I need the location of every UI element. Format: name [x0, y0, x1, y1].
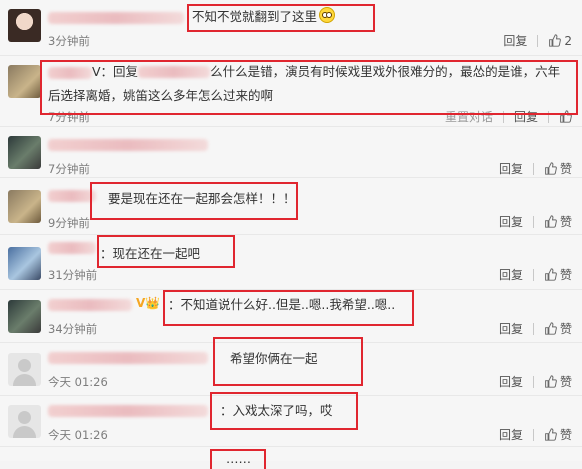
- default-avatar-icon[interactable]: [8, 405, 41, 438]
- avatar[interactable]: [8, 300, 41, 333]
- username-blurred: [48, 242, 96, 254]
- highlight-box: [210, 449, 266, 469]
- avatar[interactable]: [8, 65, 41, 98]
- comment-time: 今天 01:26: [48, 375, 108, 389]
- like-button[interactable]: 赞: [544, 320, 572, 337]
- thumb-up-icon: [549, 34, 562, 47]
- divider: [532, 375, 534, 388]
- divider: [532, 162, 534, 175]
- thumb-up-icon: [545, 375, 557, 388]
- divider: [532, 322, 534, 335]
- thumb-up-icon: [545, 428, 557, 441]
- comment-actions: 回复 2: [503, 32, 572, 49]
- reply-button[interactable]: 回复: [499, 426, 523, 443]
- vip-badge-icon: V👑: [136, 296, 161, 310]
- reply-button[interactable]: 回复: [499, 320, 523, 337]
- like-label: 赞: [559, 428, 572, 442]
- like-label: 赞: [559, 322, 572, 336]
- reply-button[interactable]: 回复: [499, 373, 523, 390]
- comment-actions: 回复 赞: [499, 160, 572, 177]
- highlight-box: [163, 290, 414, 326]
- highlight-box: [213, 337, 363, 386]
- thumb-up-icon: [545, 162, 557, 175]
- divider: [532, 215, 534, 228]
- highlight-box: [210, 392, 358, 430]
- comment-time: 34分钟前: [48, 322, 98, 336]
- username-blurred: [48, 299, 132, 311]
- divider: [532, 268, 534, 281]
- username-blurred: [48, 352, 208, 364]
- comment-actions: 回复 赞: [499, 266, 572, 283]
- like-button[interactable]: 赞: [544, 160, 572, 177]
- like-label: 赞: [559, 215, 572, 229]
- like-label: 赞: [559, 162, 572, 176]
- thumb-up-icon: [545, 322, 557, 335]
- like-count: 2: [564, 33, 572, 48]
- comment-time: 9分钟前: [48, 216, 90, 230]
- username-blurred: [48, 405, 208, 417]
- avatar[interactable]: [8, 9, 41, 42]
- comment-time: 今天 01:26: [48, 428, 108, 442]
- avatar[interactable]: [8, 190, 41, 223]
- comment-time: 3分钟前: [48, 34, 90, 48]
- comment-actions: 回复 赞: [499, 373, 572, 390]
- highlight-box: [90, 182, 298, 220]
- like-button[interactable]: 赞: [544, 426, 572, 443]
- like-label: 赞: [559, 375, 572, 389]
- comment-actions: 回复 赞: [499, 426, 572, 443]
- divider: [537, 34, 539, 47]
- default-avatar-icon[interactable]: [8, 353, 41, 386]
- comment-actions: 回复 赞: [499, 320, 572, 337]
- like-button[interactable]: 2: [548, 34, 572, 48]
- like-label: 赞: [559, 268, 572, 282]
- comment-time: 7分钟前: [48, 162, 90, 176]
- comment-time: 31分钟前: [48, 268, 98, 282]
- comment-row: 7分钟前 回复 赞: [0, 127, 582, 178]
- comment-row: ……: [0, 447, 582, 466]
- thumb-up-icon: [545, 215, 557, 228]
- username-blurred: [48, 139, 208, 151]
- username-blurred: [48, 190, 96, 202]
- comment-row: ：现在还在一起吧 31分钟前 回复 赞: [0, 235, 582, 290]
- reply-button[interactable]: 回复: [499, 266, 523, 283]
- like-button[interactable]: 赞: [544, 373, 572, 390]
- thumb-up-icon: [545, 268, 557, 281]
- reply-button[interactable]: 回复: [499, 160, 523, 177]
- username-blurred: [48, 12, 184, 24]
- reply-button[interactable]: 回复: [499, 213, 523, 230]
- highlight-box: [97, 235, 235, 268]
- like-button[interactable]: 赞: [544, 213, 572, 230]
- highlight-box: [187, 4, 375, 32]
- like-button[interactable]: 赞: [544, 266, 572, 283]
- highlight-box: [40, 60, 578, 115]
- avatar[interactable]: [8, 136, 41, 169]
- divider: [532, 428, 534, 441]
- reply-button[interactable]: 回复: [503, 32, 527, 49]
- comment-actions: 回复 赞: [499, 213, 572, 230]
- avatar[interactable]: [8, 247, 41, 280]
